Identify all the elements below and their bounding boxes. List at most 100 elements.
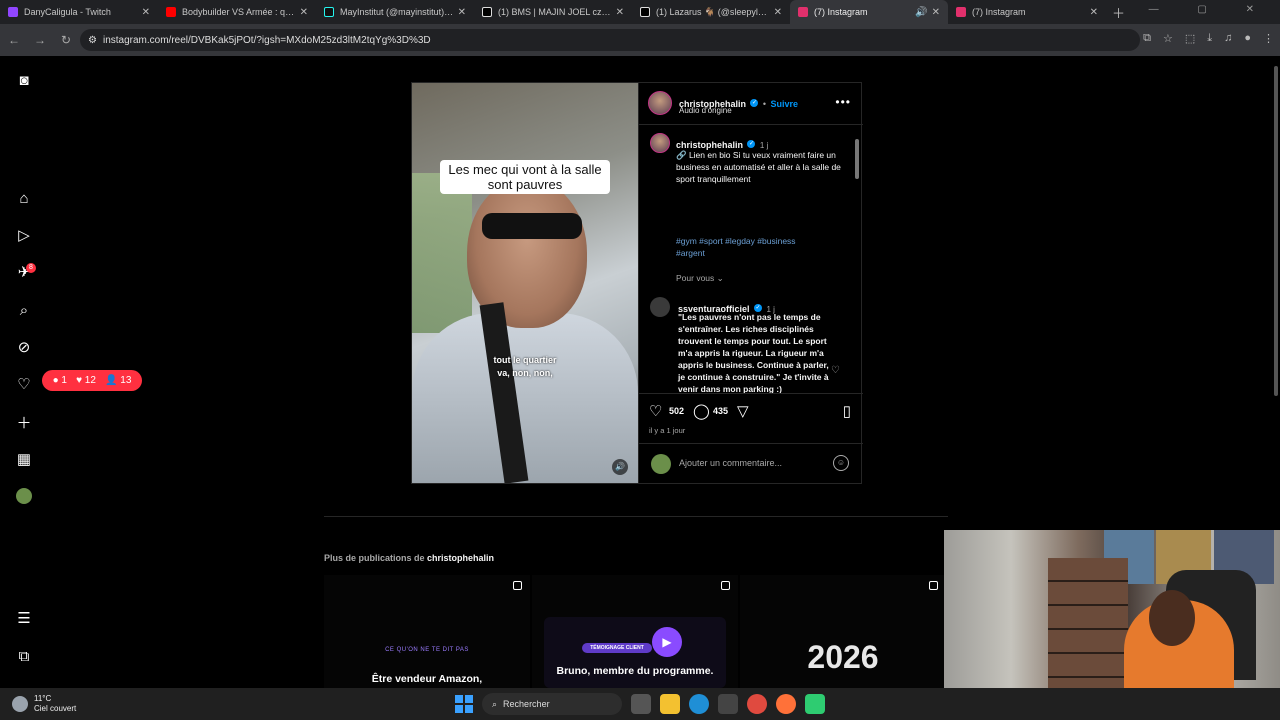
follow-button[interactable]: Suivre bbox=[771, 99, 799, 109]
close-tab-icon[interactable]: ✕ bbox=[932, 7, 940, 18]
explore-icon[interactable]: ⊘ bbox=[14, 337, 34, 357]
close-tab-icon[interactable]: ✕ bbox=[1090, 7, 1098, 18]
youtube-icon bbox=[166, 7, 176, 17]
new-tab-icon[interactable]: ＋ bbox=[1112, 3, 1125, 22]
reel-icon bbox=[929, 581, 938, 590]
card-kicker: CE QU'ON NE TE DIT PAS bbox=[385, 647, 469, 653]
comment-text: "Les pauvres n'ont pas le temps de s'ent… bbox=[678, 312, 829, 393]
commenter-avatar[interactable] bbox=[650, 297, 670, 317]
comment-count: 435 bbox=[713, 406, 729, 416]
play-icon[interactable]: ▶ bbox=[652, 627, 682, 657]
x-icon bbox=[482, 7, 492, 17]
app-icon[interactable] bbox=[805, 694, 825, 714]
site-info-icon[interactable]: ⚙ bbox=[88, 35, 97, 46]
browser-tab[interactable]: (1) Lazarus 🐐 (@sleepylazarus ✕ bbox=[632, 0, 790, 24]
instagram-sidebar: ◙ ⌂ ▷ ✈ 8 ⌕ ⊘ ♡ ＋ ▦ ☰ ⧉ bbox=[0, 56, 48, 688]
reel-icon bbox=[513, 581, 522, 590]
url-input[interactable]: ⚙ instagram.com/reel/DVBKak5jPOt/?igsh=M… bbox=[80, 29, 1140, 51]
close-tab-icon[interactable]: ✕ bbox=[616, 7, 624, 18]
instagram-icon bbox=[798, 7, 808, 17]
cast-icon[interactable]: ⧉ bbox=[1143, 32, 1151, 45]
author-avatar[interactable] bbox=[648, 91, 672, 115]
download-icon[interactable]: ⤓ bbox=[1207, 32, 1212, 45]
file-explorer-icon[interactable] bbox=[660, 694, 680, 714]
video-subtitle: va, non, non, bbox=[497, 368, 553, 378]
post-header: christophehalin ✓ • Suivre Audio d'origi… bbox=[639, 83, 863, 125]
more-posts-author[interactable]: christophehalin bbox=[427, 553, 494, 563]
like-count: 502 bbox=[669, 406, 685, 416]
chrome-icon[interactable] bbox=[747, 694, 767, 714]
profile-icon[interactable]: ● bbox=[1244, 32, 1251, 45]
back-icon[interactable]: ← bbox=[2, 33, 26, 47]
forward-icon[interactable]: → bbox=[28, 33, 52, 47]
browser-tab[interactable]: MayInstitut (@mayinstitut) | Tik ✕ bbox=[316, 0, 474, 24]
close-tab-icon[interactable]: ✕ bbox=[142, 7, 150, 18]
verified-badge-icon: ✓ bbox=[747, 139, 756, 148]
edge-icon[interactable] bbox=[689, 694, 709, 714]
windows-taskbar: 11°C Ciel couvert ⌕ Rechercher bbox=[0, 688, 1280, 720]
home-icon[interactable]: ⌂ bbox=[14, 188, 34, 208]
save-bookmark-icon[interactable]: ▯ bbox=[843, 402, 851, 420]
menu-icon[interactable]: ⋮ bbox=[1263, 32, 1274, 45]
mute-toggle-icon[interactable]: 🔊 bbox=[612, 459, 628, 475]
media-icon[interactable]: ♫ bbox=[1224, 32, 1232, 45]
post-caption: 🔗 Lien en bio Si tu veux vraiment faire … bbox=[676, 150, 841, 184]
notification-summary-pill[interactable]: ● 1 ♥ 12 👤 13 bbox=[42, 370, 142, 391]
window-controls[interactable]: — ▢ ✕ bbox=[1149, 4, 1272, 15]
profile-avatar[interactable] bbox=[14, 486, 34, 506]
taskbar-search[interactable]: ⌕ Rechercher bbox=[482, 693, 622, 715]
firefox-icon[interactable] bbox=[776, 694, 796, 714]
close-tab-icon[interactable]: ✕ bbox=[774, 7, 782, 18]
close-tab-icon[interactable]: ✕ bbox=[300, 7, 308, 18]
more-post-card[interactable]: CE QU'ON NE TE DIT PAS Être vendeur Amaz… bbox=[324, 575, 530, 688]
like-icon[interactable]: ♡ bbox=[649, 402, 662, 420]
see-more-button[interactable]: Pour vous ⌄ bbox=[676, 273, 724, 284]
card-title: Bruno, membre du programme. bbox=[556, 665, 714, 677]
comment-icon[interactable]: ◯ bbox=[693, 402, 710, 420]
weather-widget[interactable]: 11°C Ciel couvert bbox=[12, 694, 76, 714]
video-text-overlay: Les mec qui vont à la salle sont pauvres bbox=[440, 160, 610, 194]
search-icon[interactable]: ⌕ bbox=[14, 300, 34, 320]
bookmark-star-icon[interactable]: ☆ bbox=[1163, 32, 1173, 45]
tab-title: (1) BMS | MAJIN JOEL cz sur X : bbox=[498, 7, 612, 17]
more-post-card[interactable]: TÉMOIGNAGE CLIENT ▶ Bruno, membre du pro… bbox=[532, 575, 738, 688]
more-post-card[interactable]: 2026 bbox=[740, 575, 946, 688]
reel-post: Les mec qui vont à la salle sont pauvres… bbox=[411, 82, 863, 484]
task-view-icon[interactable] bbox=[631, 694, 651, 714]
speaker-icon[interactable]: 🔊 bbox=[915, 7, 927, 18]
browser-tab[interactable]: DanyCaligula - Twitch ✕ bbox=[0, 0, 158, 24]
reload-icon[interactable]: ↻ bbox=[54, 33, 78, 47]
meta-apps-icon[interactable]: ⧉ bbox=[14, 646, 34, 666]
comments-scrollbar[interactable] bbox=[854, 127, 860, 391]
tab-title: DanyCaligula - Twitch bbox=[24, 7, 111, 17]
weather-condition: Ciel couvert bbox=[34, 704, 77, 713]
reel-video[interactable]: Les mec qui vont à la salle sont pauvres… bbox=[412, 83, 638, 483]
create-icon[interactable]: ＋ bbox=[14, 412, 34, 432]
search-icon: ⌕ bbox=[492, 698, 498, 709]
audio-link[interactable]: Audio d'origine bbox=[679, 106, 732, 115]
emoji-icon[interactable]: ☺ bbox=[833, 455, 849, 471]
browser-tab-active[interactable]: (7) Instagram 🔊 ✕ bbox=[790, 0, 948, 24]
browser-tab[interactable]: Bodybuilder VS Armée : qui ser ✕ bbox=[158, 0, 316, 24]
dashboard-icon[interactable]: ▦ bbox=[14, 449, 34, 469]
notifications-heart-icon[interactable]: ♡ bbox=[14, 374, 34, 394]
browser-tab[interactable]: (7) Instagram ✕ bbox=[948, 0, 1106, 24]
card-title: 2026 bbox=[807, 639, 879, 675]
reels-icon[interactable]: ▷ bbox=[14, 225, 34, 245]
instagram-logo-icon[interactable]: ◙ bbox=[14, 70, 34, 90]
caption-author-avatar[interactable] bbox=[650, 133, 670, 153]
store-icon[interactable] bbox=[718, 694, 738, 714]
extensions-icon[interactable]: ⬚ bbox=[1185, 32, 1195, 45]
more-menu-icon[interactable]: ☰ bbox=[14, 608, 34, 628]
post-side-panel: christophehalin ✓ • Suivre Audio d'origi… bbox=[638, 83, 863, 483]
tab-title: MayInstitut (@mayinstitut) | Tik bbox=[340, 7, 454, 17]
post-hashtags[interactable]: #gym #sport #legday #business #argent bbox=[676, 235, 826, 259]
browser-tab-strip: DanyCaligula - Twitch ✕ Bodybuilder VS Ar… bbox=[0, 0, 1280, 24]
browser-tab[interactable]: (1) BMS | MAJIN JOEL cz sur X : ✕ bbox=[474, 0, 632, 24]
more-options-icon[interactable]: ••• bbox=[835, 95, 851, 109]
add-comment-input[interactable]: Ajouter un commentaire... bbox=[679, 458, 782, 468]
close-tab-icon[interactable]: ✕ bbox=[458, 7, 466, 18]
windows-start-icon[interactable] bbox=[455, 695, 473, 713]
share-icon[interactable]: ▽ bbox=[737, 402, 749, 420]
comment-like-icon[interactable]: ♡ bbox=[831, 365, 840, 376]
